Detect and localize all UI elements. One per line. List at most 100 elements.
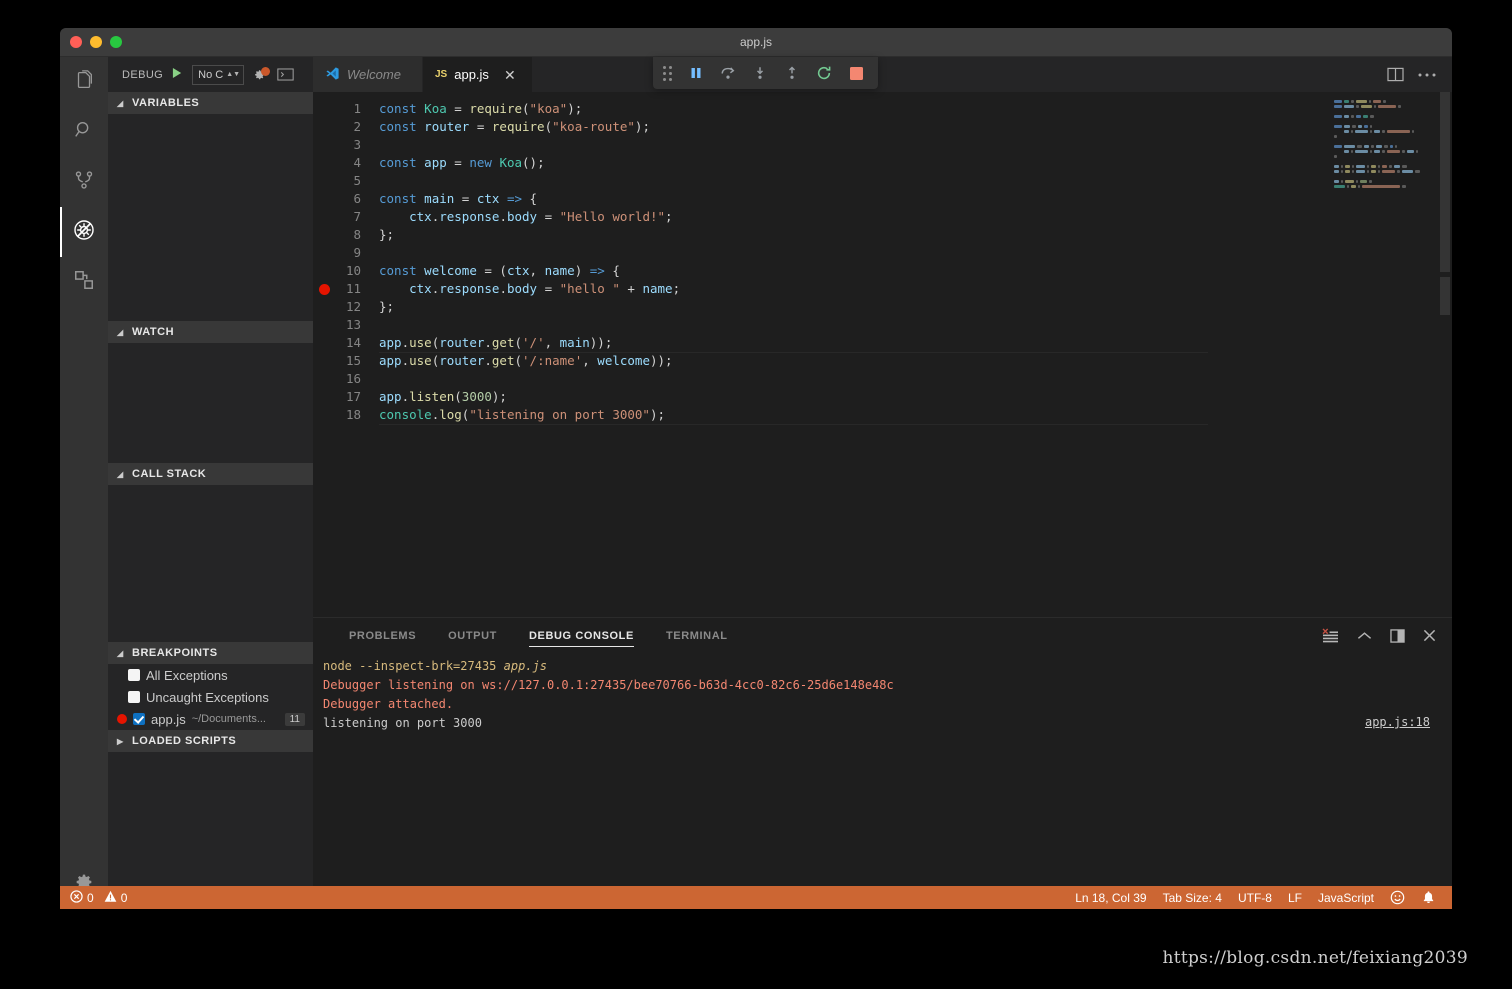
- panel-actions: [1322, 628, 1452, 643]
- status-tab-size[interactable]: Tab Size: 4: [1155, 891, 1230, 905]
- chevron-down-icon: ◢: [117, 328, 126, 337]
- section-header-watch[interactable]: ◢ WATCH: [108, 321, 313, 343]
- code-line[interactable]: };: [373, 226, 1328, 244]
- debug-step-out-button[interactable]: [776, 57, 808, 89]
- breakpoint-marker[interactable]: [319, 284, 330, 295]
- debug-pause-button[interactable]: [680, 57, 712, 89]
- close-window-button[interactable]: [70, 36, 82, 48]
- breakpoint-row-uncaught-exceptions[interactable]: Uncaught Exceptions: [108, 686, 313, 708]
- panel-tab-output[interactable]: OUTPUT: [432, 618, 513, 653]
- open-launch-settings-button[interactable]: [250, 67, 269, 82]
- editor-scrollbar[interactable]: [1438, 92, 1452, 617]
- code-line[interactable]: const Koa = require("koa");: [373, 100, 1328, 118]
- warning-count: 0: [121, 891, 128, 905]
- tab-close-button[interactable]: ✕: [504, 68, 516, 82]
- code-line[interactable]: const welcome = (ctx, name) => {: [373, 262, 1328, 280]
- smiley-icon[interactable]: [1382, 890, 1413, 905]
- code-line[interactable]: ctx.response.body = "hello " + name;: [373, 280, 1328, 298]
- code-line[interactable]: app.listen(3000);: [373, 388, 1328, 406]
- code-line[interactable]: [373, 244, 1328, 262]
- code-line[interactable]: const router = require("koa-route");: [373, 118, 1328, 136]
- split-editor-icon[interactable]: [1387, 67, 1404, 82]
- section-header-breakpoints[interactable]: ◢ BREAKPOINTS: [108, 642, 313, 664]
- breakpoint-row-app-js[interactable]: app.js ~/Documents... 11: [108, 708, 313, 730]
- line-number: 15: [335, 352, 361, 370]
- panel-tab-problems[interactable]: PROBLEMS: [333, 618, 432, 653]
- code-line[interactable]: console.log("listening on port 3000");: [373, 406, 1328, 424]
- activity-item-source-control[interactable]: [60, 157, 108, 207]
- clear-console-icon[interactable]: [1322, 628, 1339, 643]
- breakpoint-line-number: 11: [285, 713, 305, 726]
- section-header-variables[interactable]: ◢ VARIABLES: [108, 92, 313, 114]
- grip-icon[interactable]: [659, 66, 680, 81]
- section-header-call-stack[interactable]: ◢ CALL STACK: [108, 463, 313, 485]
- status-language-mode[interactable]: JavaScript: [1310, 891, 1382, 905]
- js-file-icon: JS: [435, 69, 447, 80]
- code-line[interactable]: ctx.response.body = "Hello world!";: [373, 208, 1328, 226]
- status-cursor-position[interactable]: Ln 18, Col 39: [1067, 891, 1154, 905]
- minimap[interactable]: [1328, 92, 1438, 617]
- checkbox-icon[interactable]: [128, 669, 140, 681]
- bell-icon[interactable]: [1413, 890, 1444, 905]
- minimap-line: [1334, 155, 1434, 159]
- minimap-line: [1334, 170, 1434, 174]
- chevron-down-icon: ◢: [117, 99, 126, 108]
- minimize-window-button[interactable]: [90, 36, 102, 48]
- minimap-line: [1334, 140, 1434, 144]
- debug-console-output[interactable]: node --inspect-brk=27435 app.js Debugger…: [313, 653, 1452, 887]
- status-eol[interactable]: LF: [1280, 891, 1310, 905]
- debug-step-into-button[interactable]: [744, 57, 776, 89]
- panel-tab-debug-console[interactable]: DEBUG CONSOLE: [513, 618, 650, 653]
- breakpoint-row-all-exceptions[interactable]: All Exceptions: [108, 664, 313, 686]
- breakpoint-gutter[interactable]: [313, 92, 335, 617]
- status-encoding[interactable]: UTF-8: [1230, 891, 1280, 905]
- checkbox-icon[interactable]: [133, 713, 145, 725]
- line-number: 5: [335, 172, 361, 190]
- status-problems[interactable]: 0 0: [70, 890, 135, 906]
- debug-step-over-button[interactable]: [712, 57, 744, 89]
- maximize-window-button[interactable]: [110, 36, 122, 48]
- chevron-down-icon: ◢: [117, 649, 126, 658]
- chevron-down-icon: ◢: [117, 470, 126, 479]
- open-debug-console-button[interactable]: [275, 68, 296, 81]
- start-debugging-button[interactable]: [169, 67, 186, 82]
- breakpoint-dot-icon: [117, 714, 127, 724]
- code-content[interactable]: const Koa = require("koa");const router …: [373, 92, 1328, 617]
- debug-icon: [72, 218, 96, 247]
- code-line[interactable]: [373, 370, 1328, 388]
- debug-configuration-value: No C: [198, 69, 223, 81]
- activity-item-debug[interactable]: [60, 207, 108, 257]
- line-number: 2: [335, 118, 361, 136]
- code-line[interactable]: const main = ctx => {: [373, 190, 1328, 208]
- debug-restart-button[interactable]: [808, 57, 840, 89]
- activity-item-search[interactable]: [60, 107, 108, 157]
- panel-tab-terminal[interactable]: TERMINAL: [650, 618, 744, 653]
- code-line[interactable]: const app = new Koa();: [373, 154, 1328, 172]
- code-line[interactable]: [373, 172, 1328, 190]
- console-line: node --inspect-brk=27435 app.js: [323, 657, 1452, 676]
- minimap-line: [1334, 150, 1434, 154]
- code-line[interactable]: [373, 316, 1328, 334]
- traffic-lights[interactable]: [60, 36, 122, 48]
- tab-welcome[interactable]: Welcome: [313, 57, 423, 92]
- console-source-link[interactable]: app.js:18: [1365, 713, 1430, 732]
- ellipsis-icon[interactable]: [1418, 72, 1436, 78]
- section-title-watch: WATCH: [132, 326, 174, 338]
- debug-stop-button[interactable]: [840, 57, 872, 89]
- code-line[interactable]: app.use(router.get('/:name', welcome));: [373, 352, 1328, 370]
- code-editor[interactable]: 123456789101112131415161718 const Koa = …: [313, 92, 1452, 617]
- tab-app-js[interactable]: JS app.js ✕: [423, 57, 533, 92]
- activity-item-extensions[interactable]: [60, 257, 108, 307]
- debug-configuration-dropdown[interactable]: No C ▲▼: [192, 65, 244, 85]
- chevron-up-icon[interactable]: [1357, 631, 1372, 641]
- debug-toolbar[interactable]: [653, 57, 878, 89]
- split-panel-icon[interactable]: [1390, 629, 1405, 643]
- code-line[interactable]: [373, 136, 1328, 154]
- close-icon[interactable]: [1423, 629, 1436, 642]
- checkbox-icon[interactable]: [128, 691, 140, 703]
- code-line[interactable]: app.use(router.get('/', main));: [373, 334, 1328, 352]
- debug-sidebar: DEBUG No C ▲▼: [108, 57, 313, 909]
- code-line[interactable]: };: [373, 298, 1328, 316]
- activity-item-explorer[interactable]: [60, 57, 108, 107]
- section-header-loaded-scripts[interactable]: ▶ LOADED SCRIPTS: [108, 730, 313, 752]
